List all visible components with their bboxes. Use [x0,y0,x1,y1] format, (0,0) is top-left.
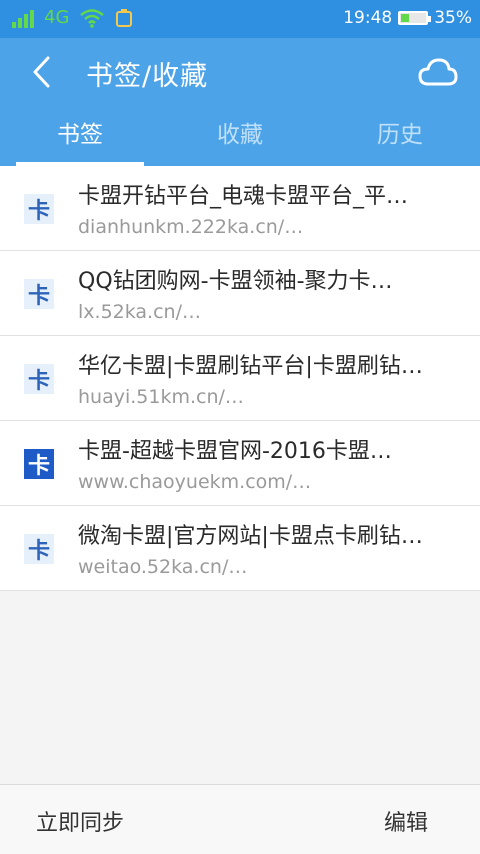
status-left: 4G [12,7,133,28]
tab-history[interactable]: 历史 [320,110,480,166]
bookmark-url: www.chaoyuekm.com/… [78,471,312,493]
bookmark-title: 卡盟-超越卡盟官网-2016卡盟… [78,439,392,464]
bookmark-title: 华亿卡盟|卡盟刷钻平台|卡盟刷钻… [78,354,423,379]
list-item[interactable]: 卡 QQ钻团购网-卡盟领袖-聚力卡… lx.52ka.cn/… [0,251,480,336]
svg-text:卡: 卡 [28,539,50,564]
bottom-action-bar: 立即同步 编辑 [0,784,480,854]
site-favicon-icon: 卡 [24,194,54,224]
svg-text:卡: 卡 [28,369,50,394]
tab-favorites[interactable]: 收藏 [160,110,320,166]
wifi-icon [80,8,105,28]
edit-button[interactable]: 编辑 [384,805,428,837]
site-favicon-icon: 卡 [24,449,54,479]
tab-bar: 书签 收藏 历史 [0,110,480,166]
notification-icon [116,8,133,27]
bookmark-title: 卡盟开钻平台_电魂卡盟平台_平… [78,184,409,209]
bookmark-url: huayi.51km.cn/… [78,386,244,408]
sync-now-button[interactable]: 立即同步 [36,805,124,837]
bookmark-url: weitao.52ka.cn/… [78,556,248,578]
site-favicon-icon: 卡 [24,279,54,309]
tab-bookmarks[interactable]: 书签 [0,110,160,166]
network-type: 4G [44,7,70,28]
list-item[interactable]: 卡 卡盟开钻平台_电魂卡盟平台_平… dianhunkm.222ka.cn/… [0,166,480,251]
site-favicon-icon: 卡 [24,364,54,394]
bookmark-title: QQ钻团购网-卡盟领袖-聚力卡… [78,269,393,294]
list-item[interactable]: 卡 华亿卡盟|卡盟刷钻平台|卡盟刷钻… huayi.51km.cn/… [0,336,480,421]
battery-fill [401,14,410,22]
bookmark-url: dianhunkm.222ka.cn/… [78,216,304,238]
svg-text:卡: 卡 [28,284,50,309]
app-header: 书签/收藏 书签 收藏 历史 [0,38,480,166]
bookmark-title: 微淘卡盟|官方网站|卡盟点卡刷钻… [78,524,423,549]
svg-text:卡: 卡 [28,199,50,224]
page-title: 书签/收藏 [86,61,209,92]
back-button[interactable] [22,52,62,92]
chevron-left-icon [33,56,50,88]
battery-icon [398,11,432,25]
cloud-sync-icon [418,58,458,86]
signal-icon [12,8,34,28]
bookmark-url: lx.52ka.cn/… [78,301,201,323]
cloud-sync-button[interactable] [418,56,458,90]
list-item[interactable]: 卡 卡盟-超越卡盟官网-2016卡盟… www.chaoyuekm.com/… [0,421,480,506]
list-item[interactable]: 卡 微淘卡盟|官方网站|卡盟点卡刷钻… weitao.52ka.cn/… [0,506,480,591]
status-bar: 4G 19:48 35% [0,0,480,38]
svg-text:卡: 卡 [28,454,50,479]
site-favicon-icon: 卡 [24,534,54,564]
status-right: 19:48 35% [343,8,472,28]
clock: 19:48 [343,8,393,28]
battery-percent: 35% [434,8,472,28]
bookmark-list: 卡 卡盟开钻平台_电魂卡盟平台_平… dianhunkm.222ka.cn/… … [0,166,480,591]
